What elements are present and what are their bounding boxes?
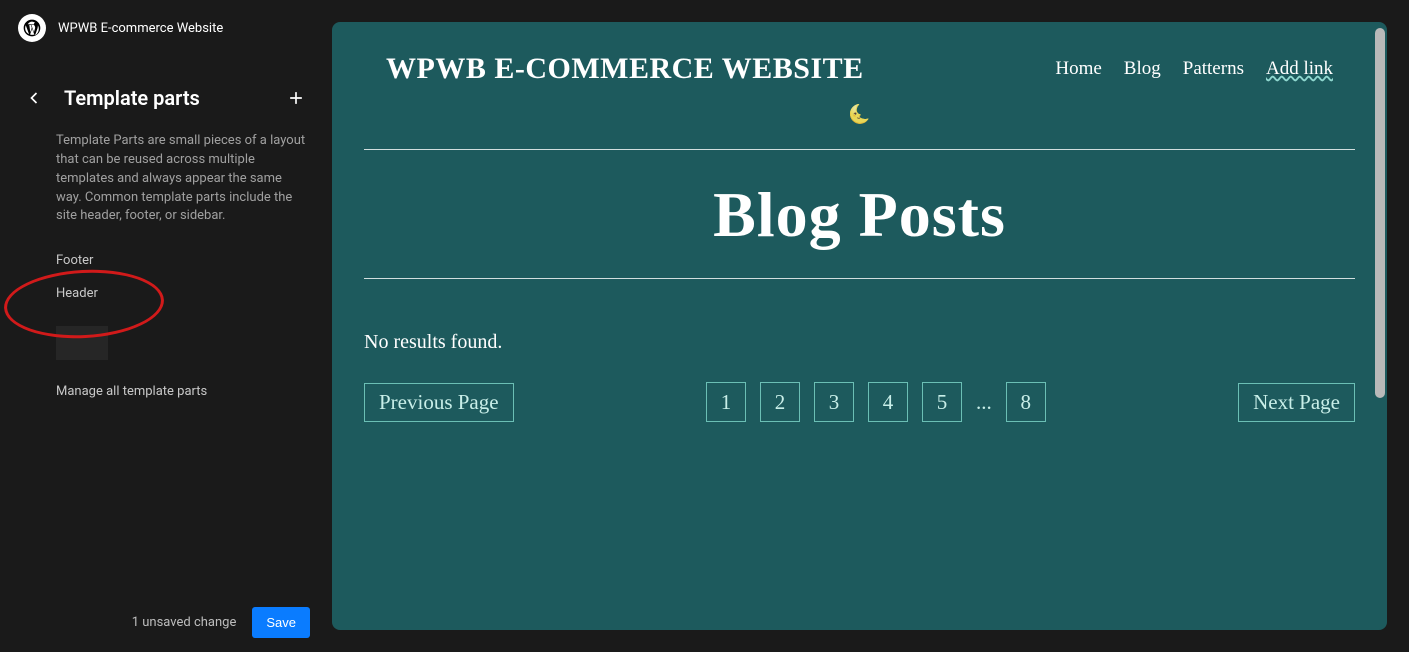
preview-wrapper: WPWB E-COMMERCE WEBSITE Home Blog Patter… — [330, 0, 1409, 652]
section-description: Template Parts are small pieces of a lay… — [0, 120, 330, 244]
preview-header: WPWB E-COMMERCE WEBSITE Home Blog Patter… — [332, 22, 1387, 86]
pagination: Previous Page 1 2 3 4 5 ... 8 Next Page — [332, 354, 1387, 422]
dark-mode-icon[interactable]: 🌜 — [332, 104, 1387, 125]
page-2[interactable]: 2 — [760, 382, 800, 422]
wordpress-logo-icon[interactable] — [18, 14, 46, 42]
preview-scrollbar[interactable] — [1375, 28, 1385, 624]
section-title: Template parts — [64, 86, 200, 110]
sidebar-topbar: WPWB E-commerce Website — [0, 0, 330, 56]
page-4[interactable]: 4 — [868, 382, 908, 422]
placeholder-block — [56, 326, 108, 360]
page-ellipsis: ... — [976, 390, 992, 415]
page-heading: Blog Posts — [332, 178, 1387, 252]
manage-all-link[interactable]: Manage all template parts — [0, 376, 330, 407]
divider-top — [364, 149, 1355, 150]
save-button[interactable]: Save — [252, 607, 310, 638]
preview-nav: Home Blog Patterns Add link — [1055, 58, 1333, 80]
no-results-text: No results found. — [332, 331, 1387, 354]
nav-add-link[interactable]: Add link — [1266, 58, 1333, 80]
back-button[interactable] — [22, 86, 46, 110]
nav-home[interactable]: Home — [1055, 58, 1101, 80]
nav-patterns[interactable]: Patterns — [1183, 58, 1244, 80]
nav-blog[interactable]: Blog — [1124, 58, 1161, 80]
pagination-pages: 1 2 3 4 5 ... 8 — [706, 382, 1046, 422]
sidebar-footer: 1 unsaved change Save — [0, 593, 330, 652]
site-name[interactable]: WPWB E-commerce Website — [58, 21, 223, 36]
template-part-footer[interactable]: Footer — [0, 244, 330, 277]
page-8[interactable]: 8 — [1006, 382, 1046, 422]
page-1[interactable]: 1 — [706, 382, 746, 422]
divider-bottom — [364, 278, 1355, 279]
editor-sidebar: WPWB E-commerce Website Template parts T… — [0, 0, 330, 652]
page-3[interactable]: 3 — [814, 382, 854, 422]
pagination-prev[interactable]: Previous Page — [364, 383, 514, 422]
unsaved-changes-text: 1 unsaved change — [132, 615, 237, 630]
add-template-part-button[interactable] — [284, 86, 308, 110]
site-preview[interactable]: WPWB E-COMMERCE WEBSITE Home Blog Patter… — [332, 22, 1387, 630]
pagination-next[interactable]: Next Page — [1238, 383, 1355, 422]
section-header: Template parts — [0, 56, 330, 120]
preview-scrollbar-thumb[interactable] — [1375, 28, 1385, 398]
template-part-header[interactable]: Header — [0, 277, 330, 310]
page-5[interactable]: 5 — [922, 382, 962, 422]
template-part-list: Footer Header — [0, 244, 330, 310]
preview-site-title[interactable]: WPWB E-COMMERCE WEBSITE — [386, 52, 864, 86]
